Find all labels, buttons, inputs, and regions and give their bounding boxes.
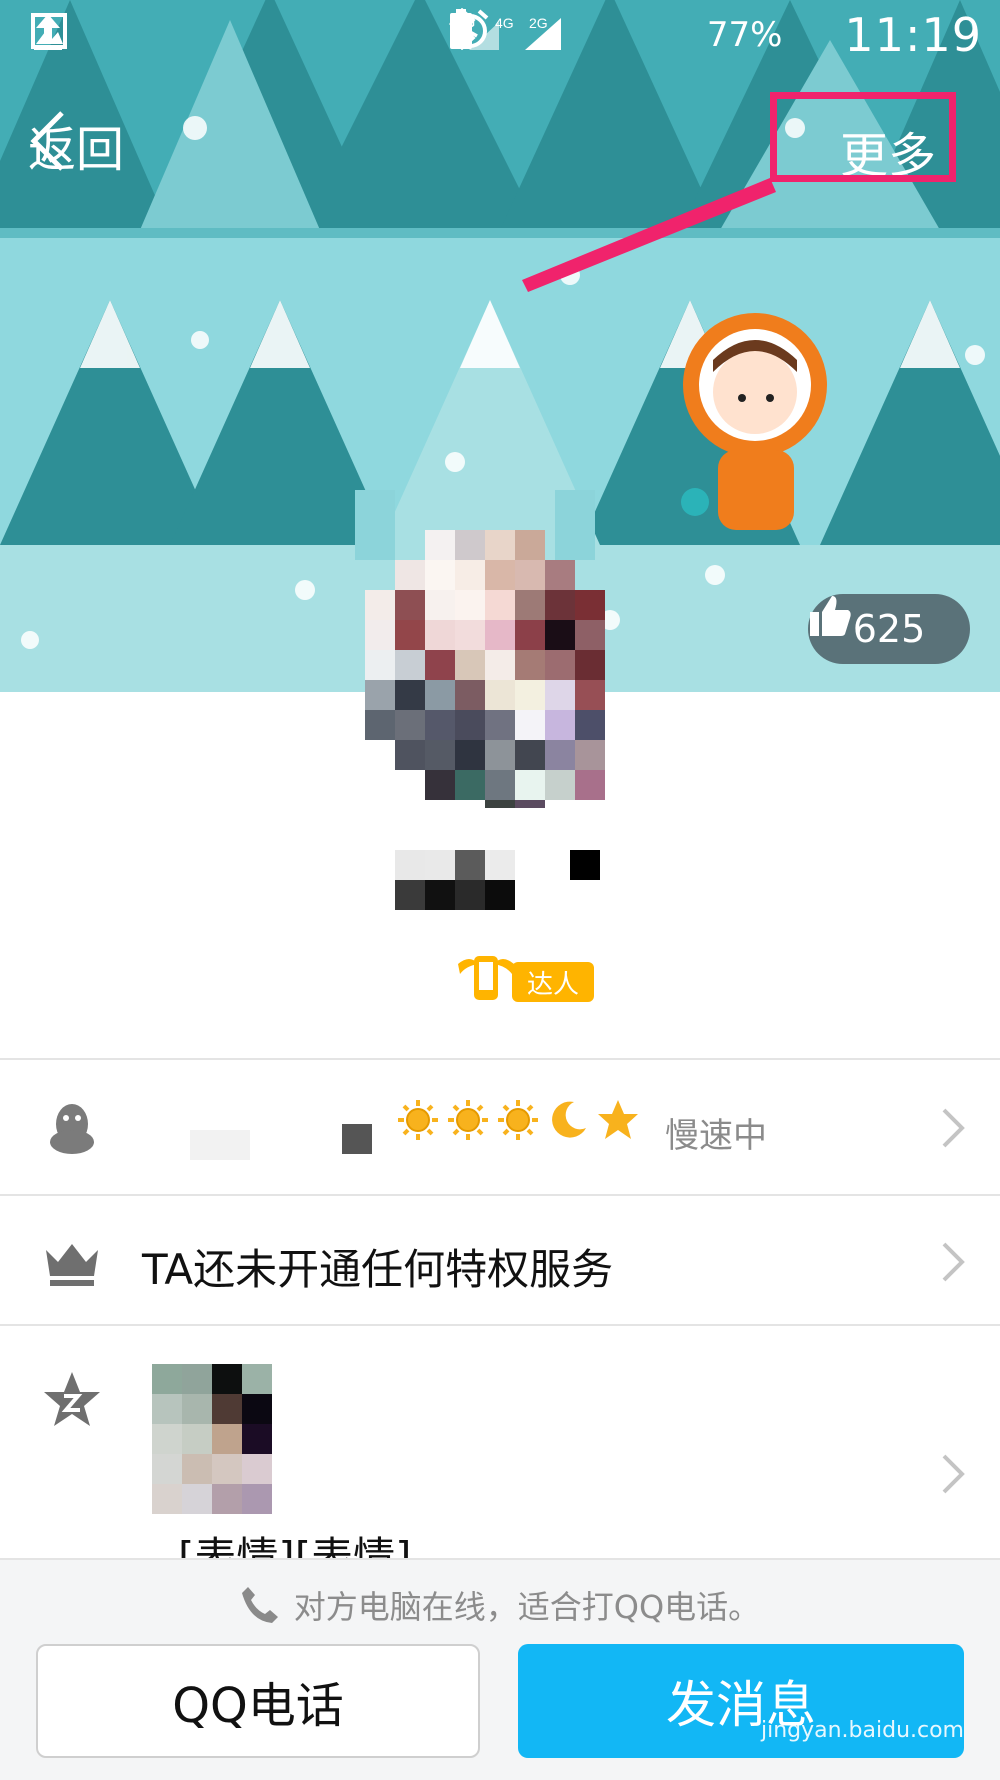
phone-icon xyxy=(240,1585,280,1633)
qq-call-button[interactable]: QQ电话 xyxy=(36,1644,480,1758)
call-hint: 对方电脑在线，适合打QQ电话。 xyxy=(0,1582,1000,1633)
badge-label: 达人 xyxy=(512,962,594,1002)
crown-icon xyxy=(46,1244,98,1286)
penguin-icon xyxy=(50,1104,94,1154)
qq-status-text: 慢速中 xyxy=(665,1116,767,1156)
qq-level-icons xyxy=(396,1098,640,1142)
star-icon xyxy=(598,1100,638,1139)
chevron-right-icon xyxy=(942,1108,965,1148)
like-button[interactable]: 625 xyxy=(808,594,970,664)
qq-nickname-redacted xyxy=(190,1130,250,1160)
signal-icon: 4G 4G 2G xyxy=(449,11,689,56)
baidu-watermark: jingyan.baidu.com xyxy=(760,1718,964,1743)
network-label-4g-secondary: 4G xyxy=(495,15,514,31)
image-icon xyxy=(31,12,144,54)
back-button[interactable]: 返回 xyxy=(28,110,124,180)
highlight-box xyxy=(770,92,956,182)
bottom-action-bar: 对方电脑在线，适合打QQ电话。 QQ电话 发消息 xyxy=(0,1558,1000,1780)
sun-icon xyxy=(498,1100,538,1140)
avatar[interactable] xyxy=(355,490,635,910)
qzone-row[interactable]: [表情][表情] xyxy=(0,1324,1000,1582)
sun-icon xyxy=(448,1100,488,1140)
qq-number-redacted xyxy=(342,1124,372,1154)
pixelated-avatar-image xyxy=(355,490,605,910)
battery-icon xyxy=(449,9,826,56)
sun-icon xyxy=(398,1100,438,1140)
chevron-left-icon xyxy=(30,111,64,171)
moon-icon xyxy=(552,1101,586,1138)
qzone-photo-thumbnail xyxy=(152,1364,272,1514)
qzone-star-icon xyxy=(44,1372,100,1426)
privilege-row[interactable]: TA还未开通任何特权服务 xyxy=(0,1194,1000,1326)
call-hint-text: 对方电脑在线，适合打QQ电话。 xyxy=(293,1588,761,1626)
network-label-2g: 2G xyxy=(529,15,548,31)
clock: 11:19 xyxy=(844,8,982,62)
phone-wings-icon xyxy=(458,956,514,1000)
qq-info-row[interactable]: 慢速中 xyxy=(0,1058,1000,1196)
chevron-right-icon xyxy=(942,1242,965,1282)
thumbs-up-icon xyxy=(810,596,851,636)
like-count: 625 xyxy=(852,607,926,651)
battery-percent: 77% xyxy=(706,15,783,55)
chevron-right-icon xyxy=(942,1454,965,1494)
status-bar: 4G 4G 2G 77% 11:19 xyxy=(0,0,1000,72)
talent-badge[interactable]: 达人 xyxy=(456,950,596,1006)
privilege-text: TA还未开通任何特权服务 xyxy=(142,1245,614,1294)
